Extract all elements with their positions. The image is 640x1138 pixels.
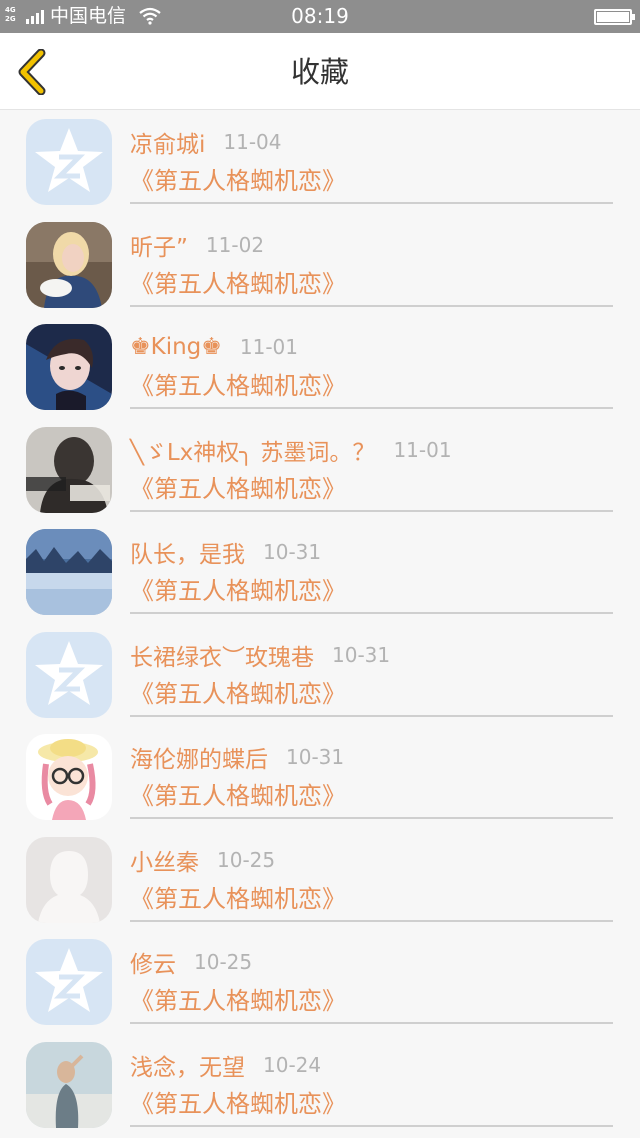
- article-title[interactable]: 《第五人格蜘机恋》: [130, 574, 346, 608]
- photo-anime-boy: [26, 324, 112, 410]
- nickname: ♚King♚: [130, 334, 222, 360]
- date: 11-01: [393, 437, 452, 462]
- date: 10-31: [263, 540, 322, 564]
- date: 10-25: [217, 847, 276, 872]
- date: 10-31: [332, 642, 391, 667]
- list-item[interactable]: 长裙绿衣︶玫瑰巷 10-31 《第五人格蜘机恋》: [0, 623, 640, 726]
- page-title: 收藏: [290, 55, 349, 89]
- status-bar: 4G 2G 中国电信 08:19: [0, 0, 640, 33]
- avatar[interactable]: [26, 426, 112, 513]
- nickname: 昕子”: [130, 234, 188, 261]
- date: 11-04: [223, 130, 282, 154]
- nickname: 凉俞城i: [130, 132, 206, 158]
- avatar[interactable]: [26, 324, 112, 410]
- divider: [130, 1022, 613, 1024]
- photo-dark: [26, 426, 112, 513]
- nickname: 长裙绿衣︶玫瑰巷: [130, 644, 314, 671]
- list-item[interactable]: ♚King♚ 11-01 《第五人格蜘机恋》: [0, 315, 640, 418]
- divider: [130, 1124, 613, 1127]
- article-title[interactable]: 《第五人格蜘机恋》: [130, 1087, 346, 1121]
- divider: [130, 612, 613, 614]
- divider: [130, 509, 613, 512]
- photo-blonde: [26, 221, 112, 308]
- photo-snow: [26, 529, 112, 615]
- silhouette-icon: [26, 836, 112, 923]
- default-qq-icon: [26, 939, 112, 1025]
- nickname: 浅念，无望: [130, 1054, 245, 1081]
- list-item[interactable]: 修云 10-25 《第五人格蜘机恋》: [0, 930, 640, 1033]
- battery-icon: [594, 9, 635, 25]
- list-item[interactable]: 浅念，无望 10-24 《第五人格蜘机恋》: [0, 1033, 640, 1136]
- date: 10-25: [194, 950, 253, 974]
- photo-beach: [26, 1041, 112, 1128]
- list-item[interactable]: ╲ゞLx神权╮ 苏墨词。？ 11-01 《第五人格蜘机恋》: [0, 418, 640, 521]
- clock: 08:19: [291, 4, 349, 28]
- avatar[interactable]: [26, 221, 112, 308]
- divider: [130, 919, 613, 922]
- nickname: ╲ゞLx神权╮ 苏墨词。？: [130, 439, 376, 466]
- avatar[interactable]: [26, 119, 112, 205]
- list-item[interactable]: 凉俞城i 11-04 《第五人格蜘机恋》: [0, 110, 640, 213]
- avatar[interactable]: [26, 836, 112, 923]
- list-item[interactable]: 队长，是我 10-31 《第五人格蜘机恋》: [0, 520, 640, 623]
- date: 10-31: [286, 745, 345, 769]
- nickname: 修云: [130, 952, 176, 978]
- default-qq-icon: [26, 119, 112, 205]
- date: 10-24: [263, 1052, 322, 1077]
- article-title[interactable]: 《第五人格蜘机恋》: [130, 369, 346, 403]
- avatar[interactable]: [26, 529, 112, 615]
- divider: [130, 714, 613, 717]
- nickname: 小丝秦: [130, 849, 199, 876]
- article-title[interactable]: 《第五人格蜘机恋》: [130, 472, 346, 506]
- article-title[interactable]: 《第五人格蜘机恋》: [130, 779, 346, 813]
- list-item[interactable]: 小丝秦 10-25 《第五人格蜘机恋》: [0, 828, 640, 931]
- nickname: 队长，是我: [130, 542, 245, 568]
- nav-header: 收藏: [0, 33, 640, 110]
- article-title[interactable]: 《第五人格蜘机恋》: [130, 984, 346, 1018]
- article-title[interactable]: 《第五人格蜘机恋》: [130, 267, 346, 301]
- avatar[interactable]: [26, 631, 112, 718]
- divider: [130, 202, 613, 204]
- avatar[interactable]: [26, 1041, 112, 1128]
- divider: [130, 817, 613, 819]
- avatar[interactable]: [26, 939, 112, 1025]
- date: 11-02: [205, 232, 265, 257]
- article-title[interactable]: 《第五人格蜘机恋》: [130, 882, 346, 916]
- divider: [130, 407, 613, 409]
- article-title[interactable]: 《第五人格蜘机恋》: [130, 677, 346, 711]
- favorites-list: 凉俞城i 11-04 《第五人格蜘机恋》 昕子” 11-02 《第五人格蜘机恋》: [0, 110, 640, 1135]
- list-item[interactable]: 海伦娜的蝶后 10-31 《第五人格蜘机恋》: [0, 725, 640, 828]
- date: 11-01: [239, 335, 299, 359]
- article-title[interactable]: 《第五人格蜘机恋》: [130, 164, 346, 198]
- avatar[interactable]: [26, 734, 112, 820]
- divider: [130, 304, 613, 307]
- list-item[interactable]: 昕子” 11-02 《第五人格蜘机恋》: [0, 213, 640, 316]
- photo-cartoon-girl: [26, 734, 112, 820]
- default-qq-icon: [26, 631, 112, 718]
- nickname: 海伦娜的蝶后: [130, 747, 268, 773]
